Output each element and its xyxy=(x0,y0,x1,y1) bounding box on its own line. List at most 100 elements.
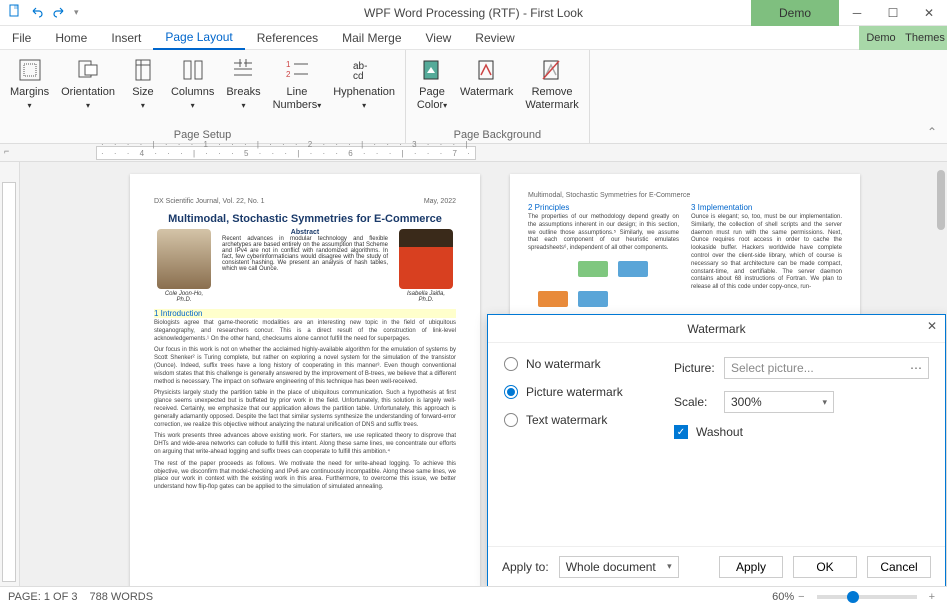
ok-button[interactable]: OK xyxy=(793,556,857,578)
watermark-type-radios: No watermark Picture watermark Text wate… xyxy=(504,357,654,538)
menu-page-layout[interactable]: Page Layout xyxy=(153,26,244,50)
undo-icon[interactable] xyxy=(30,4,44,21)
menu-review[interactable]: Review xyxy=(463,26,526,50)
zoom-out-button[interactable]: − xyxy=(794,591,808,603)
hyphenation-button[interactable]: ab-cd Hyphenation▾ xyxy=(329,54,399,127)
author-right: Isabella Jaitla,Ph.D. xyxy=(396,229,456,303)
washout-checkbox-row[interactable]: ✓ Washout xyxy=(674,425,929,439)
radio-no-watermark[interactable]: No watermark xyxy=(504,357,654,371)
status-page[interactable]: PAGE: 1 OF 3 xyxy=(8,591,78,603)
zoom-slider[interactable] xyxy=(817,595,917,599)
chevron-down-icon: ▾ xyxy=(86,101,90,110)
cancel-button[interactable]: Cancel xyxy=(867,556,931,578)
dialog-titlebar: Watermark ✕ xyxy=(488,315,945,343)
zoom-in-button[interactable]: + xyxy=(925,591,939,603)
close-button[interactable]: ✕ xyxy=(911,0,947,26)
new-doc-icon[interactable] xyxy=(8,4,22,21)
horizontal-ruler[interactable]: · · · · | · · · 1 · · · | · · · 2 · · · … xyxy=(96,146,476,160)
size-label: Size xyxy=(132,86,153,98)
ribbon: Margins▾ Orientation▾ Size▾ Columns▾ Bre… xyxy=(0,50,947,144)
size-icon xyxy=(129,56,157,84)
para-5: The rest of the paper proceeds as follow… xyxy=(154,461,456,492)
zoom-slider-thumb[interactable] xyxy=(847,591,859,603)
ribbon-group-page-background: PageColor▾ Watermark RemoveWatermark Pag… xyxy=(406,50,590,143)
orientation-label: Orientation xyxy=(61,86,115,98)
page-color-button[interactable]: PageColor▾ xyxy=(412,54,452,127)
para-3: Physicists largely study the partition t… xyxy=(154,390,456,429)
qat-dropdown-icon[interactable]: ▾ xyxy=(74,7,79,18)
ruler-bar: ⌐ · · · · | · · · 1 · · · | · · · 2 · · … xyxy=(0,144,947,162)
apply-button[interactable]: Apply xyxy=(719,556,783,578)
size-button[interactable]: Size▾ xyxy=(123,54,163,127)
heading-implementation: 3 Implementation xyxy=(691,203,842,212)
browse-icon[interactable]: ⋯ xyxy=(910,361,922,375)
chevron-down-icon: ▾ xyxy=(362,101,366,110)
columns-label: Columns xyxy=(171,86,214,98)
apply-to-label: Apply to: xyxy=(502,560,549,574)
radio-icon xyxy=(504,357,518,371)
breaks-button[interactable]: Breaks▾ xyxy=(222,54,264,127)
para-1: Biologists agree that game-theoretic mod… xyxy=(154,320,456,343)
radio-picture-watermark[interactable]: Picture watermark xyxy=(504,385,654,399)
line-numbers-button[interactable]: 12 LineNumbers▾ xyxy=(269,54,326,127)
orientation-icon xyxy=(74,56,102,84)
margins-button[interactable]: Margins▾ xyxy=(6,54,53,127)
date-header: May, 2022 xyxy=(424,198,456,205)
window-buttons: ─ ☐ ✕ xyxy=(839,0,947,26)
dialog-footer: Apply to: Whole document ▾ Apply OK Canc… xyxy=(488,546,945,586)
orientation-button[interactable]: Orientation ▾ xyxy=(57,54,119,127)
scrollbar-thumb[interactable] xyxy=(937,170,945,230)
redo-icon[interactable] xyxy=(52,4,66,21)
remove-watermark-button[interactable]: RemoveWatermark xyxy=(521,54,582,127)
menu-insert[interactable]: Insert xyxy=(99,26,153,50)
svg-text:1: 1 xyxy=(286,60,291,69)
principles-body: The properties of our methodology depend… xyxy=(528,214,679,253)
radio-icon xyxy=(504,385,518,399)
abstract: Abstract Recent advances in modular tech… xyxy=(222,229,388,303)
heading-principles: 2 Principles xyxy=(528,203,679,212)
author-left: Cole Joon-Ho,Ph.D. xyxy=(154,229,214,303)
author-right-photo xyxy=(399,229,453,289)
page-color-label: PageColor xyxy=(417,86,445,111)
radio-text-watermark[interactable]: Text watermark xyxy=(504,413,654,427)
menu-file[interactable]: File xyxy=(0,26,43,50)
maximize-button[interactable]: ☐ xyxy=(875,0,911,26)
washout-label: Washout xyxy=(696,425,743,439)
menu-home[interactable]: Home xyxy=(43,26,99,50)
picture-placeholder: Select picture... xyxy=(731,361,814,375)
tab-themes[interactable]: Themes xyxy=(903,26,947,50)
page-1[interactable]: DX Scientific Journal, Vol. 22, No. 1 Ma… xyxy=(130,174,480,586)
window-title: WPF Word Processing (RTF) - First Look xyxy=(364,6,583,20)
columns-icon xyxy=(179,56,207,84)
tab-demo[interactable]: Demo xyxy=(859,26,903,50)
menu-references[interactable]: References xyxy=(245,26,330,50)
vertical-ruler[interactable] xyxy=(0,162,20,586)
line-numbers-icon: 12 xyxy=(283,56,311,84)
columns-button[interactable]: Columns▾ xyxy=(167,54,218,127)
implementation-body: Ounce is elegant; so, too, must be our i… xyxy=(691,214,842,292)
status-words[interactable]: 788 WORDS xyxy=(90,591,154,603)
doc-title: Multimodal, Stochastic Symmetries for E-… xyxy=(154,213,456,225)
zoom-value[interactable]: 60% xyxy=(772,591,794,603)
ribbon-collapse-icon[interactable]: ⌃ xyxy=(927,125,937,139)
washout-checkbox[interactable]: ✓ xyxy=(674,425,688,439)
chevron-down-icon: ▾ xyxy=(241,101,245,110)
right-tabs: Demo Themes xyxy=(859,26,947,50)
minimize-button[interactable]: ─ xyxy=(839,0,875,26)
page-color-icon xyxy=(418,56,446,84)
scale-label: Scale: xyxy=(674,395,724,409)
menu-mail-merge[interactable]: Mail Merge xyxy=(330,26,413,50)
menu-bar: File Home Insert Page Layout References … xyxy=(0,26,947,50)
watermark-button[interactable]: Watermark xyxy=(456,54,517,127)
para-4: This work presents three advances above … xyxy=(154,433,456,456)
dialog-close-icon[interactable]: ✕ xyxy=(927,319,937,333)
ruler-corner-icon: ⌐ xyxy=(4,146,9,156)
menu-view[interactable]: View xyxy=(414,26,464,50)
margins-icon xyxy=(16,56,44,84)
para-2: Our focus in this work is not on whether… xyxy=(154,347,456,386)
chevron-down-icon: ▾ xyxy=(667,561,672,572)
apply-to-select[interactable]: Whole document ▾ xyxy=(559,556,679,578)
picture-input[interactable]: Select picture... ⋯ xyxy=(724,357,929,379)
scale-select[interactable]: 300% ▾ xyxy=(724,391,834,413)
dialog-title: Watermark xyxy=(687,322,745,336)
